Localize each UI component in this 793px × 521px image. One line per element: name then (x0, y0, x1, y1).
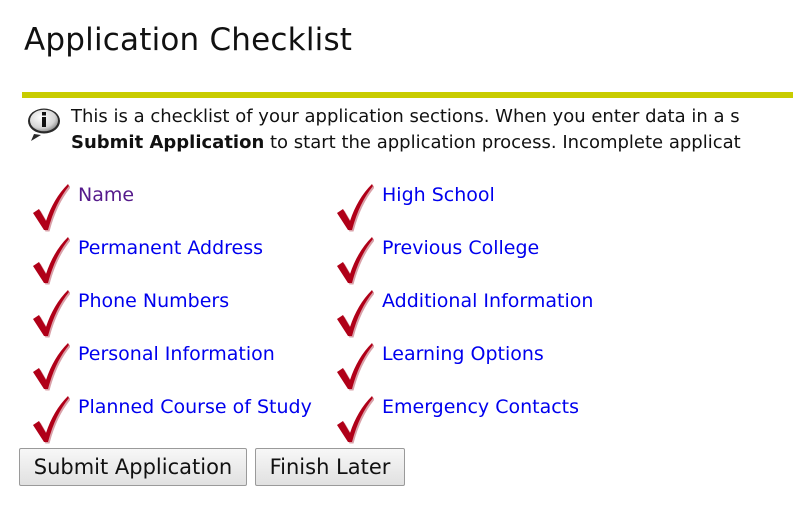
checkmark-icon (337, 184, 374, 232)
checklist-link-additional-information[interactable]: Additional Information (382, 290, 593, 312)
info-line-2: Submit Application to start the applicat… (71, 130, 741, 156)
info-line-2-bold: Submit Application (71, 132, 265, 153)
checklist-link-name[interactable]: Name (78, 184, 134, 206)
checklist-link-personal-information[interactable]: Personal Information (78, 343, 275, 365)
checkmark-icon (33, 184, 70, 232)
title-divider (22, 92, 793, 98)
checklist-link-previous-college[interactable]: Previous College (382, 237, 539, 259)
checklist-link-phone-numbers[interactable]: Phone Numbers (78, 290, 229, 312)
checkmark-icon (337, 343, 374, 391)
checklist: Name Permanent Address Phone Numbers Person… (0, 0, 793, 521)
checkmark-icon (33, 290, 70, 338)
checkmark-icon (337, 237, 374, 285)
checkmark-icon (33, 396, 70, 444)
checklist-link-planned-course-of-study[interactable]: Planned Course of Study (78, 396, 312, 418)
info-line-2-rest: to start the application process. Incomp… (264, 132, 741, 153)
checklist-link-learning-options[interactable]: Learning Options (382, 343, 544, 365)
submit-application-button[interactable]: Submit Application (19, 448, 247, 486)
checkmark-icon (33, 343, 70, 391)
checkmark-icon (337, 290, 374, 338)
info-message: This is a checklist of your application … (26, 104, 793, 156)
finish-later-button[interactable]: Finish Later (255, 448, 405, 486)
checklist-link-high-school[interactable]: High School (382, 184, 495, 206)
info-text: This is a checklist of your application … (71, 104, 741, 156)
info-speech-bubble-icon (28, 108, 60, 141)
page-title: Application Checklist (24, 22, 353, 58)
info-line-1: This is a checklist of your application … (71, 106, 740, 127)
checkmark-icon (33, 237, 70, 285)
checkmark-icon (337, 396, 374, 444)
checklist-link-permanent-address[interactable]: Permanent Address (78, 237, 263, 259)
checklist-link-emergency-contacts[interactable]: Emergency Contacts (382, 396, 579, 418)
